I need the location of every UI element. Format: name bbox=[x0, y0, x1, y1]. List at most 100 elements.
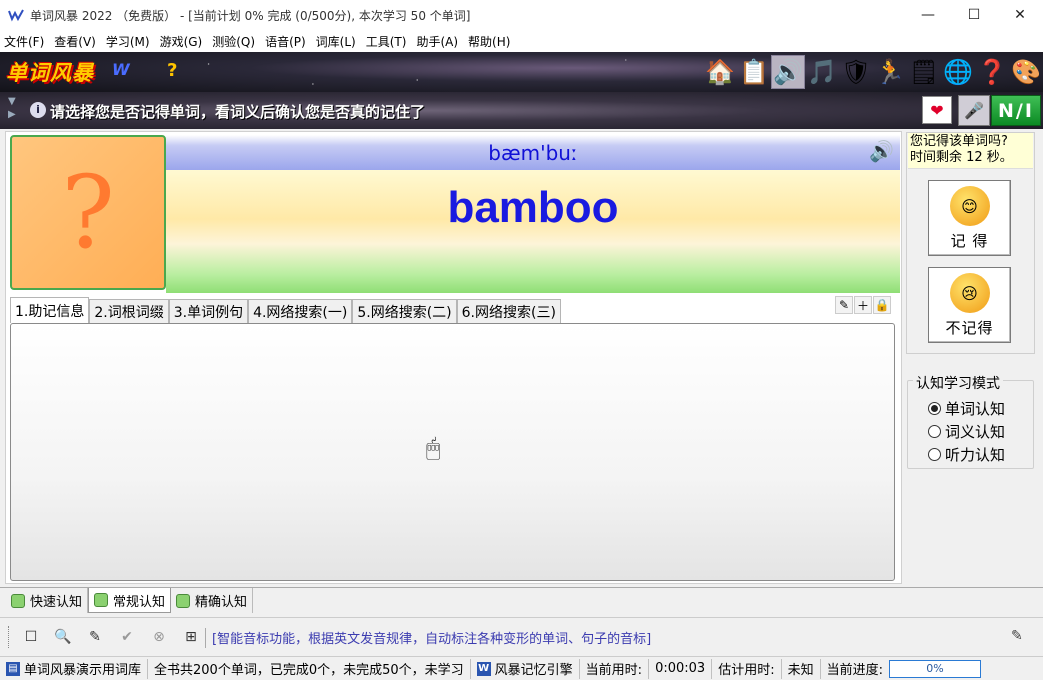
toolbar-grip[interactable] bbox=[8, 626, 11, 648]
title-bar: 单词风暴 2022 （免费版） - [当前计划 0% 完成 (0/500分), … bbox=[0, 0, 1043, 30]
question-line: 您记得该单词吗? bbox=[910, 134, 1008, 149]
forgot-label: 不记得 bbox=[945, 319, 994, 337]
notes-icon[interactable]: 🗒 bbox=[907, 55, 941, 89]
question-prompt: 您记得该单词吗? 时间剩余 12 秒。 bbox=[908, 133, 1033, 169]
menu-assistant[interactable]: 助手(A) bbox=[412, 33, 462, 50]
banner: 单词风暴 W ? 🏠 📋 🔊 🎵 🛡 🏃 🗒 🌐 ❓ 🎨 bbox=[0, 52, 1043, 92]
settings-icon[interactable]: ✎ bbox=[1011, 628, 1023, 644]
lock-icon[interactable]: 🔒 bbox=[873, 296, 891, 314]
sad-face-icon: 😢 bbox=[949, 273, 990, 313]
tab-web-search-2[interactable]: 5.网络搜索(二) bbox=[352, 299, 457, 323]
tab-tools: ✎ ＋ 🔒 bbox=[834, 296, 891, 314]
minimize-button[interactable]: — bbox=[905, 0, 951, 30]
tab-quick-cognition[interactable]: 快速认知 bbox=[6, 588, 89, 613]
menu-library[interactable]: 词库(L) bbox=[312, 33, 360, 50]
speaker-icon[interactable]: 🔊 bbox=[771, 55, 805, 89]
microphone-button[interactable]: 🎤 bbox=[958, 95, 990, 126]
tab-normal-cognition[interactable]: 常规认知 bbox=[88, 588, 172, 613]
app-icon bbox=[8, 9, 24, 22]
menu-view[interactable]: 查看(V) bbox=[50, 33, 100, 50]
shield-icon[interactable]: 🛡 bbox=[839, 55, 873, 89]
nav-arrows-icon[interactable]: ▼ ▶ bbox=[8, 95, 16, 121]
menu-voice[interactable]: 语音(P) bbox=[261, 33, 310, 50]
menu-help[interactable]: 帮助(H) bbox=[464, 33, 514, 50]
question-icon[interactable]: ? bbox=[167, 60, 177, 81]
learning-mode-group: 认知学习模式 单词认知 词义认知 听力认知 bbox=[907, 373, 1034, 469]
list-icon[interactable]: 📋 bbox=[737, 55, 771, 89]
mode-meaning-radio[interactable]: 词义认知 bbox=[928, 421, 1005, 442]
mode-meaning-label: 词义认知 bbox=[945, 423, 1006, 441]
tab-web-search-3[interactable]: 6.网络搜索(三) bbox=[456, 299, 561, 323]
status-engine: W 风暴记忆引擎 bbox=[471, 658, 580, 679]
tab-roots-affixes[interactable]: 2.词根词缀 bbox=[89, 299, 169, 323]
status-est-label: 估计用时: bbox=[712, 658, 782, 679]
book-icon: ▤ bbox=[6, 661, 20, 676]
info-icon: i bbox=[30, 102, 46, 118]
palette-icon[interactable]: 🎨 bbox=[1009, 55, 1043, 89]
add-card-icon[interactable]: ⊞ bbox=[179, 625, 203, 649]
status-progress-label: 当前进度: bbox=[826, 663, 883, 678]
mode-listening-radio[interactable]: 听力认知 bbox=[928, 444, 1005, 465]
word-band: bamboo bbox=[166, 170, 900, 293]
remember-label: 记 得 bbox=[950, 232, 989, 250]
menu-tools[interactable]: 工具(T) bbox=[362, 33, 411, 50]
menu-file[interactable]: 文件(F) bbox=[0, 33, 48, 50]
prompt-bar: ▼ ▶ i 请选择您是否记得单词，看词义后确认您是否真的记住了 ❤ 🎤 N/I bbox=[0, 92, 1043, 129]
status-bar: ▤ 单词风暴演示用词库 全书共200个单词，已完成0个，未完成50个，未学习 W风… bbox=[0, 656, 1043, 680]
edit-note-icon[interactable]: ✎ bbox=[83, 625, 107, 649]
info-tabs: 1.助记信息 2.词根词缀 3.单词例句 4.网络搜索(一) 5.网络搜索(二)… bbox=[10, 297, 561, 323]
menu-study[interactable]: 学习(M) bbox=[102, 33, 154, 50]
microphone-icon: 🎤 bbox=[964, 101, 984, 120]
library-name: 单词风暴演示用词库 bbox=[24, 663, 142, 678]
close-button[interactable]: ✕ bbox=[997, 0, 1043, 30]
edit-icon[interactable]: ✎ bbox=[835, 296, 853, 314]
runner-icon[interactable]: 🏃 bbox=[873, 55, 907, 89]
forgot-button[interactable]: 😢 不记得 bbox=[928, 267, 1011, 343]
add-note-icon[interactable]: ＋ bbox=[854, 296, 872, 314]
cognition-tabs: 快速认知 常规认知 精确认知 bbox=[6, 588, 254, 614]
hint-text: [智能音标功能，根据英文发音规律，自动标注各种变形的单词、句子的音标] bbox=[205, 628, 651, 648]
mode-word-radio[interactable]: 单词认知 bbox=[928, 398, 1005, 419]
normal-icon bbox=[94, 593, 109, 607]
search-icon[interactable]: 🔍 bbox=[51, 625, 75, 649]
learning-mode-title: 认知学习模式 bbox=[913, 373, 1003, 393]
music-icon[interactable]: 🎵 bbox=[805, 55, 839, 89]
tab-examples[interactable]: 3.单词例句 bbox=[168, 299, 249, 323]
time-remaining: 时间剩余 12 秒。 bbox=[910, 150, 1013, 165]
tab-web-search-1[interactable]: 4.网络搜索(一) bbox=[248, 299, 353, 323]
mode-word-label: 单词认知 bbox=[945, 400, 1006, 418]
check-icon[interactable]: ✔ bbox=[115, 625, 139, 649]
tab-precise-cognition[interactable]: 精确认知 bbox=[171, 588, 254, 613]
progress-bar: 0% bbox=[888, 659, 981, 678]
tab-memory-info[interactable]: 1.助记信息 bbox=[10, 297, 90, 323]
word-text: bamboo bbox=[447, 182, 619, 232]
cancel-icon[interactable]: ⊗ bbox=[147, 625, 171, 649]
prompt-message: 请选择您是否记得单词，看词义后确认您是否真的记住了 bbox=[50, 103, 426, 121]
question-mark-icon: ? bbox=[61, 154, 115, 271]
divider bbox=[0, 617, 1043, 618]
favorite-button[interactable]: ❤ bbox=[922, 96, 952, 124]
status-summary: 全书共200个单词，已完成0个，未完成50个，未学习 bbox=[148, 658, 471, 679]
radio-icon bbox=[928, 425, 941, 438]
status-est-value: 未知 bbox=[782, 658, 821, 679]
engine-label: 风暴记忆引擎 bbox=[494, 663, 573, 678]
menu-quiz[interactable]: 测验(Q) bbox=[208, 33, 259, 50]
quick-icon bbox=[11, 593, 25, 608]
mode-listening-label: 听力认知 bbox=[945, 446, 1006, 464]
logo-mark-icon: W bbox=[112, 60, 130, 79]
maximize-button[interactable]: ☐ bbox=[951, 0, 997, 30]
menu-bar: 文件(F) 查看(V) 学习(M) 游戏(G) 测验(Q) 语音(P) 词库(L… bbox=[0, 30, 1043, 52]
window-title: 单词风暴 2022 （免费版） - [当前计划 0% 完成 (0/500分), … bbox=[30, 8, 471, 23]
ni-button[interactable]: N/I bbox=[991, 95, 1041, 126]
tab-label: 精确认知 bbox=[195, 595, 248, 610]
checkbox-icon[interactable]: ☐ bbox=[19, 625, 43, 649]
status-time-value: 0:00:03 bbox=[649, 658, 713, 679]
word-image-card: ? bbox=[10, 135, 166, 290]
memory-info-panel: 🖱 bbox=[10, 323, 895, 581]
globe-icon[interactable]: 🌐 bbox=[941, 55, 975, 89]
pronounce-speaker-icon[interactable]: 🔊 bbox=[869, 139, 894, 163]
menu-game[interactable]: 游戏(G) bbox=[156, 33, 207, 50]
help-icon[interactable]: ❓ bbox=[975, 55, 1009, 89]
remember-button[interactable]: 😊 记 得 bbox=[928, 180, 1011, 256]
home-icon[interactable]: 🏠 bbox=[703, 55, 737, 89]
